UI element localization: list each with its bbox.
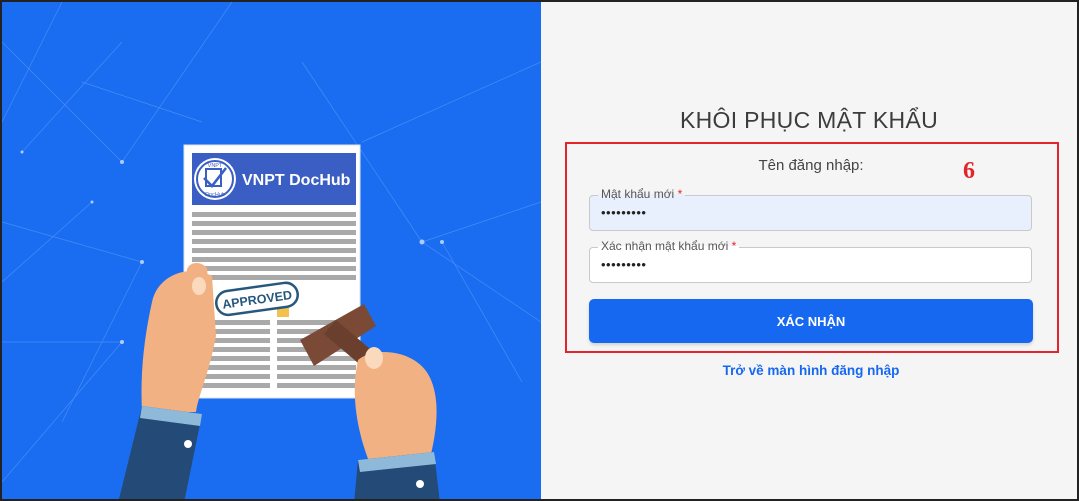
right-hand (354, 347, 440, 499)
page-title: KHÔI PHỤC MẬT KHẨU (679, 107, 938, 133)
confirm-button[interactable]: XÁC NHẬN (589, 299, 1033, 343)
username-label: Tên đăng nhập: (758, 157, 864, 174)
new-password-value[interactable]: ••••••••• (601, 205, 646, 220)
new-password-field[interactable]: Mật khẩu mới * ••••••••• (589, 187, 1032, 231)
new-password-label: Mật khẩu mới * (598, 187, 686, 201)
password-reset-panel: KHÔI PHỤC MẬT KHẨU 6 Tên đăng nhập: Mật … (541, 2, 1077, 499)
required-mark: * (677, 187, 683, 201)
required-mark: * (731, 239, 737, 253)
confirm-password-label: Xác nhận mật khẩu mới * (598, 239, 740, 253)
left-hand (118, 263, 216, 499)
approved-document-illustration: VNPT DocHub VNPT DocHub APPROVED (2, 2, 541, 499)
confirm-password-field[interactable]: Xác nhận mật khẩu mới * ••••••••• (589, 239, 1032, 283)
back-to-login-link[interactable]: Trở về màn hình đăng nhập (541, 363, 1079, 378)
confirm-password-value[interactable]: ••••••••• (601, 257, 646, 272)
logo-small-bottom: DocHub (205, 192, 225, 198)
brand-name: VNPT DocHub (242, 172, 351, 189)
page-frame: VNPT DocHub VNPT DocHub APPROVED KHÔI PH… (0, 0, 1079, 501)
logo-small-top: VNPT (208, 163, 223, 169)
illustration-panel: VNPT DocHub VNPT DocHub APPROVED (2, 2, 541, 499)
